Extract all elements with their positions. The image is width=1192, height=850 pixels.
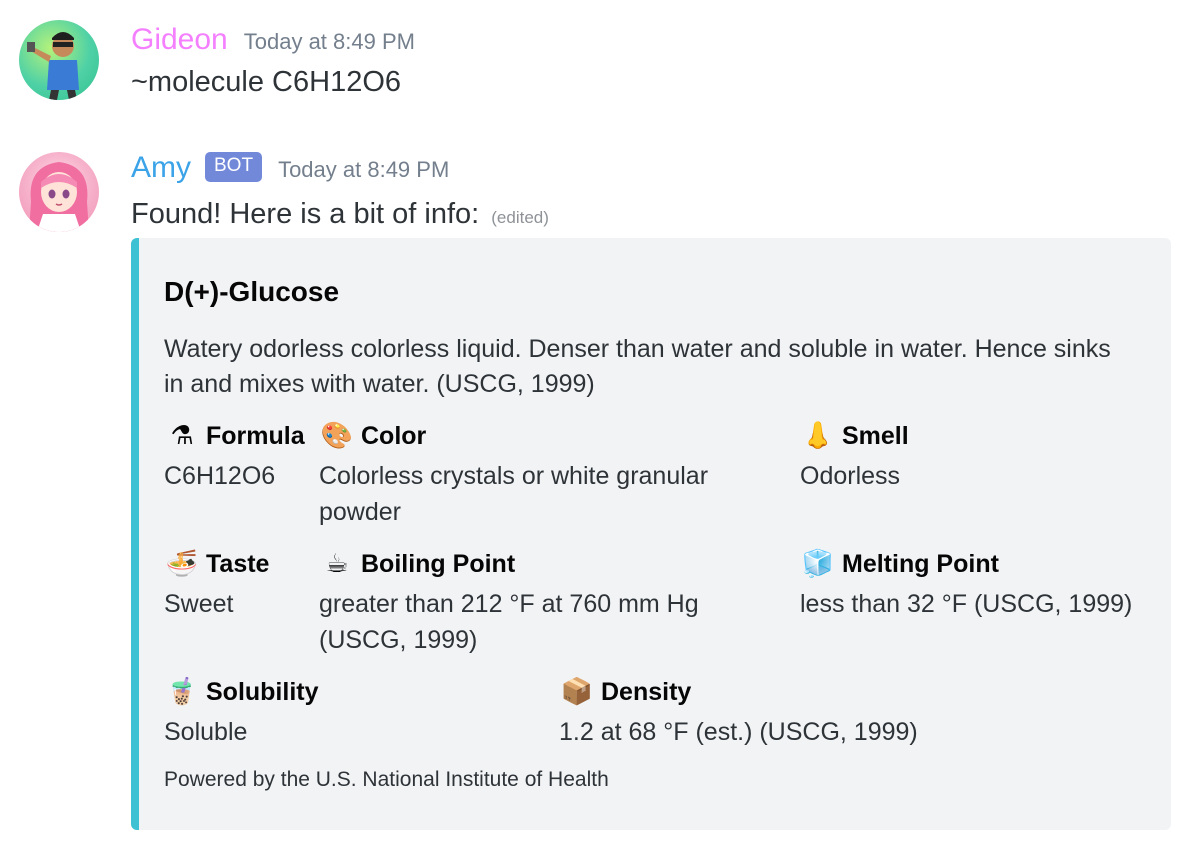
embed-footer: Powered by the U.S. National Institute o… — [164, 768, 609, 791]
field-value: greater than 212 °F at 760 mm Hg (USCG, … — [319, 590, 699, 654]
field-taste: 🍜 Taste Sweet — [164, 548, 314, 622]
field-boiling-point: ☕ Boiling Point greater than 212 °F at 7… — [319, 548, 759, 658]
message-header: Gideon Today at 8:49 PM — [131, 22, 415, 58]
field-name: Melting Point — [842, 550, 999, 578]
field-value: C6H12O6 — [164, 462, 276, 490]
username[interactable]: Gideon — [131, 22, 228, 58]
message-amy: Amy BOT Today at 8:49 PM Found! Here is … — [0, 130, 1192, 850]
field-value: Colorless crystals or white granular pow… — [319, 462, 709, 526]
field-name: Density — [601, 678, 692, 706]
package-icon: 📦 — [560, 677, 594, 707]
embed-description: Watery odorless colorless liquid. Denser… — [164, 335, 1111, 398]
field-name: Smell — [842, 422, 909, 450]
message-header: Amy BOT Today at 8:49 PM — [131, 150, 449, 186]
timestamp[interactable]: Today at 8:49 PM — [278, 157, 449, 183]
field-name: Solubility — [206, 678, 319, 706]
field-color: 🎨 Color Colorless crystals or white gran… — [319, 420, 759, 530]
field-solubility: 🧋 Solubility Soluble — [164, 676, 544, 750]
field-name: Taste — [206, 550, 270, 578]
message-text-body: Found! Here is a bit of info: — [131, 198, 480, 230]
edited-label: (edited) — [491, 208, 549, 227]
palette-icon: 🎨 — [320, 421, 354, 451]
gideon-avatar[interactable] — [19, 20, 99, 100]
message-text: ~molecule C6H12O6 — [131, 66, 402, 98]
ice-cube-icon: 🧊 — [801, 549, 835, 579]
message-gideon: Gideon Today at 8:49 PM ~molecule C6H12O… — [0, 0, 1192, 130]
hot-beverage-icon: ☕ — [325, 549, 349, 579]
embed-title: D(+)-Glucose — [164, 276, 340, 307]
field-value: less than 32 °F (USCG, 1999) — [800, 590, 1133, 618]
scientist-icon: ⚗ — [170, 421, 194, 451]
field-smell: 👃 Smell Odorless — [800, 420, 1160, 494]
field-name: Formula — [206, 422, 305, 450]
field-density: 📦 Density 1.2 at 68 °F (est.) (USCG, 199… — [559, 676, 1079, 750]
bot-badge: BOT — [205, 152, 263, 182]
username[interactable]: Amy — [131, 150, 191, 186]
field-value: Sweet — [164, 590, 234, 618]
timestamp[interactable]: Today at 8:49 PM — [244, 29, 415, 55]
field-value: Odorless — [800, 462, 901, 490]
amy-avatar[interactable] — [19, 152, 99, 232]
molecule-embed: D(+)-Glucose Watery odorless colorless l… — [131, 238, 1171, 830]
noodle-bowl-icon: 🍜 — [165, 549, 199, 579]
field-melting-point: 🧊 Melting Point less than 32 °F (USCG, 1… — [800, 548, 1170, 622]
field-value: Soluble — [164, 718, 248, 746]
bubble-tea-icon: 🧋 — [165, 677, 199, 707]
message-text: Found! Here is a bit of info: (edited) — [131, 196, 549, 236]
field-name: Boiling Point — [361, 550, 516, 578]
nose-icon: 👃 — [801, 421, 835, 451]
field-value: 1.2 at 68 °F (est.) (USCG, 1999) — [559, 718, 918, 746]
field-formula: ⚗ Formula C6H12O6 — [164, 420, 314, 494]
field-name: Color — [361, 422, 427, 450]
